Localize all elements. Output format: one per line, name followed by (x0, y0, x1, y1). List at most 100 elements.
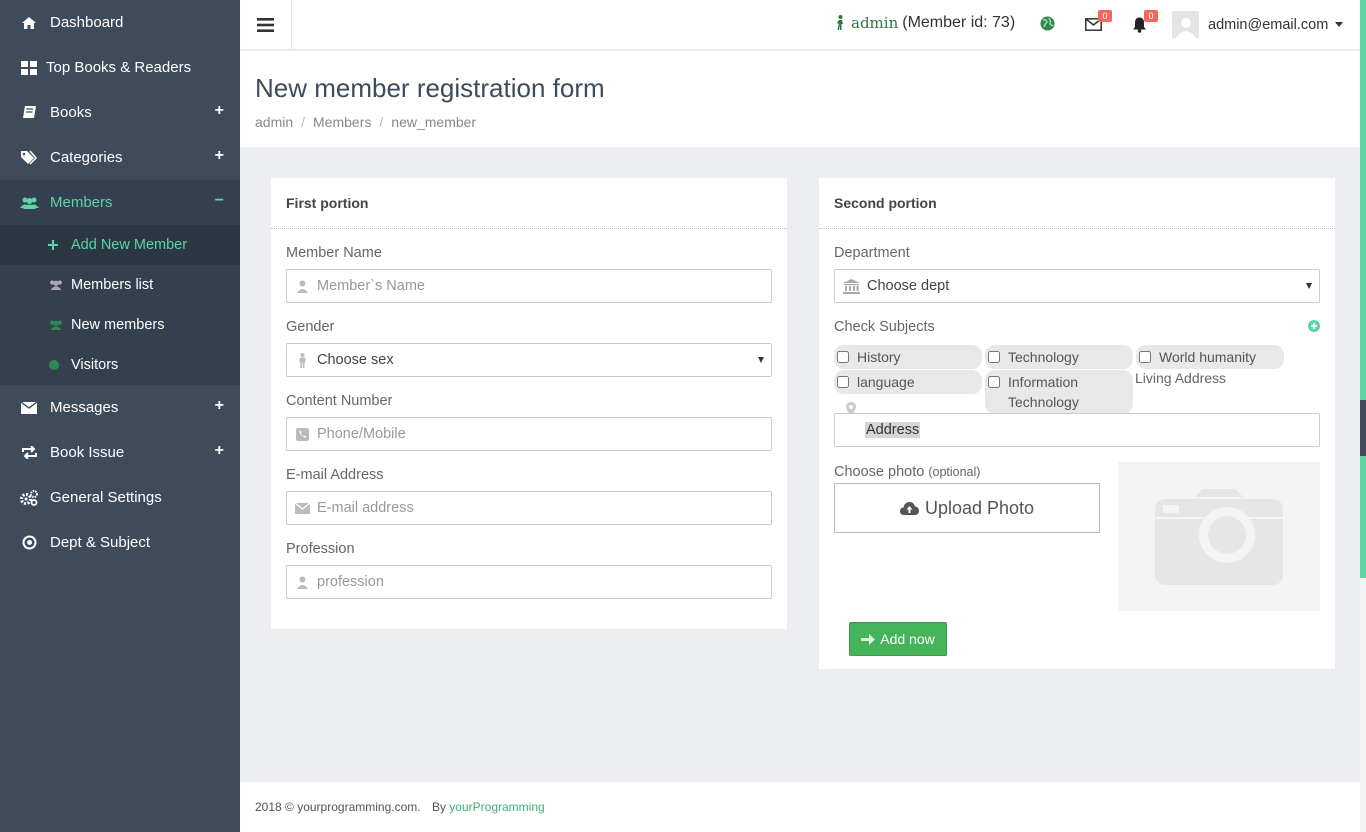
subject-label: language (857, 374, 915, 390)
department-select[interactable]: Choose dept (834, 269, 1320, 303)
member-name-label: Member Name (286, 245, 382, 261)
subject-label: World humanity (1159, 349, 1257, 365)
member-name-input[interactable] (317, 278, 771, 294)
footer-copyright: 2018 © yourprogramming.com. (255, 800, 421, 814)
globe-icon (48, 359, 66, 371)
scrollbar-marker (1360, 400, 1366, 456)
footer-by: By (431, 800, 446, 814)
add-now-button[interactable]: Add now (849, 622, 947, 656)
user-icon (287, 280, 317, 293)
upload-photo-label: Upload Photo (924, 497, 1035, 518)
sidebar-item-general-settings[interactable]: General Settings (0, 475, 240, 520)
sidebar-item-messages[interactable]: Messages + (0, 385, 240, 430)
checkbox[interactable] (837, 376, 849, 388)
subject-label: Information Technology (1008, 374, 1079, 410)
sidebar-item-label: Books (50, 104, 92, 121)
expand-icon[interactable]: + (215, 102, 224, 120)
sidebar-subitem-new-members[interactable]: New members (0, 305, 240, 345)
choose-photo-label: Choose photo (optional) (834, 464, 980, 480)
gender-value: Choose sex (317, 352, 394, 368)
breadcrumb: admin / Members / new_member (255, 114, 477, 130)
subject-checkbox-information-technology[interactable]: Information Technology (985, 370, 1133, 414)
globe-button[interactable] (1040, 16, 1055, 34)
subject-checkbox-language[interactable]: language (834, 370, 982, 394)
upload-photo-button[interactable]: Upload Photo (834, 483, 1100, 533)
email-field[interactable] (286, 491, 772, 525)
sidebar-item-books[interactable]: Books + (0, 90, 240, 135)
expand-icon[interactable]: + (215, 442, 224, 460)
user-silhouette-icon (1175, 18, 1196, 38)
members-submenu: Add New Member Members list New members … (0, 225, 240, 385)
person-standing-icon (287, 352, 317, 368)
footer-link[interactable]: yourProgramming (449, 800, 544, 814)
checkbox[interactable] (1139, 351, 1151, 363)
sidebar-item-book-issue[interactable]: Book Issue + (0, 430, 240, 475)
page-scrollbar[interactable] (1360, 0, 1366, 832)
sidebar-item-top-books[interactable]: Top Books & Readers (0, 45, 240, 90)
plus-circle-icon (1308, 320, 1320, 332)
sidebar-item-label: Book Issue (50, 444, 125, 461)
sidebar-item-dashboard[interactable]: Dashboard (0, 0, 240, 45)
dot-circle-icon (19, 535, 39, 550)
check-subjects-label: Check Subjects (834, 319, 935, 335)
caret-down-icon (1335, 22, 1344, 27)
subject-checkbox-technology[interactable]: Technology (985, 345, 1133, 369)
current-user-info: admin (Member id: 73) (836, 14, 1015, 32)
contact-number-field[interactable] (286, 417, 772, 451)
expand-icon[interactable]: + (215, 147, 224, 165)
subject-checkbox-history[interactable]: History (834, 345, 982, 369)
globe-icon (1040, 16, 1055, 31)
home-icon (19, 16, 39, 30)
sidebar-item-members[interactable]: Members − (0, 180, 240, 225)
sidebar-item-label: Messages (50, 399, 119, 416)
gender-select[interactable]: Choose sex (286, 343, 772, 377)
breadcrumb-item[interactable]: admin (255, 114, 293, 130)
add-now-label: Add now (880, 631, 935, 647)
sidebar-item-label: Categories (50, 149, 123, 166)
messages-button[interactable]: 0 (1085, 10, 1112, 34)
checkbox[interactable] (837, 351, 849, 363)
exchange-icon (19, 446, 39, 459)
dropdown-arrow-icon (758, 357, 764, 363)
avatar (1172, 11, 1199, 38)
sidebar-item-categories[interactable]: Categories + (0, 135, 240, 180)
panel-title: First portion (271, 178, 787, 229)
subject-checkbox-world-humanity[interactable]: World humanity (1136, 345, 1284, 369)
address-field[interactable]: Address (834, 413, 1320, 447)
department-label: Department (834, 245, 910, 261)
subject-label: History (857, 349, 901, 365)
second-portion-panel: Second portion Department Choose dept Ch… (819, 178, 1335, 669)
tags-icon (19, 150, 39, 165)
email-label: E-mail Address (286, 467, 384, 483)
sidebar-subitem-members-list[interactable]: Members list (0, 265, 240, 305)
sidebar-item-label: Members (50, 194, 113, 211)
gears-icon (19, 489, 39, 506)
checkbox[interactable] (988, 351, 1000, 363)
sidebar-item-dept-subject[interactable]: Dept & Subject (0, 520, 240, 565)
choose-photo-text: Choose photo (834, 464, 925, 480)
cloud-upload-icon (899, 502, 919, 515)
checkbox[interactable] (988, 376, 1000, 388)
sidebar-subitem-label: New members (71, 317, 165, 333)
notification-count-badge: 0 (1144, 10, 1158, 22)
user-menu[interactable]: admin@email.com (1172, 11, 1344, 38)
breadcrumb-current: new_member (391, 114, 477, 130)
notifications-button[interactable]: 0 (1132, 10, 1158, 36)
collapse-icon[interactable]: − (215, 192, 224, 210)
contact-number-input[interactable] (317, 426, 771, 442)
member-name-field[interactable] (286, 269, 772, 303)
add-subject-button[interactable] (1308, 319, 1320, 335)
expand-icon[interactable]: + (215, 397, 224, 415)
menu-toggle-button[interactable] (240, 0, 292, 50)
breadcrumb-item[interactable]: Members (313, 114, 371, 130)
email-input[interactable] (317, 500, 771, 516)
sidebar-subitem-visitors[interactable]: Visitors (0, 345, 240, 385)
profession-field[interactable] (286, 565, 772, 599)
sidebar-subitem-add-new-member[interactable]: Add New Member (0, 225, 240, 265)
person-walking-icon (837, 15, 843, 30)
plus-icon (48, 240, 66, 250)
profession-input[interactable] (317, 574, 771, 590)
address-value[interactable]: Address (865, 422, 921, 438)
scrollbar-thumb[interactable] (1360, 0, 1366, 578)
contact-number-label: Content Number (286, 393, 393, 409)
